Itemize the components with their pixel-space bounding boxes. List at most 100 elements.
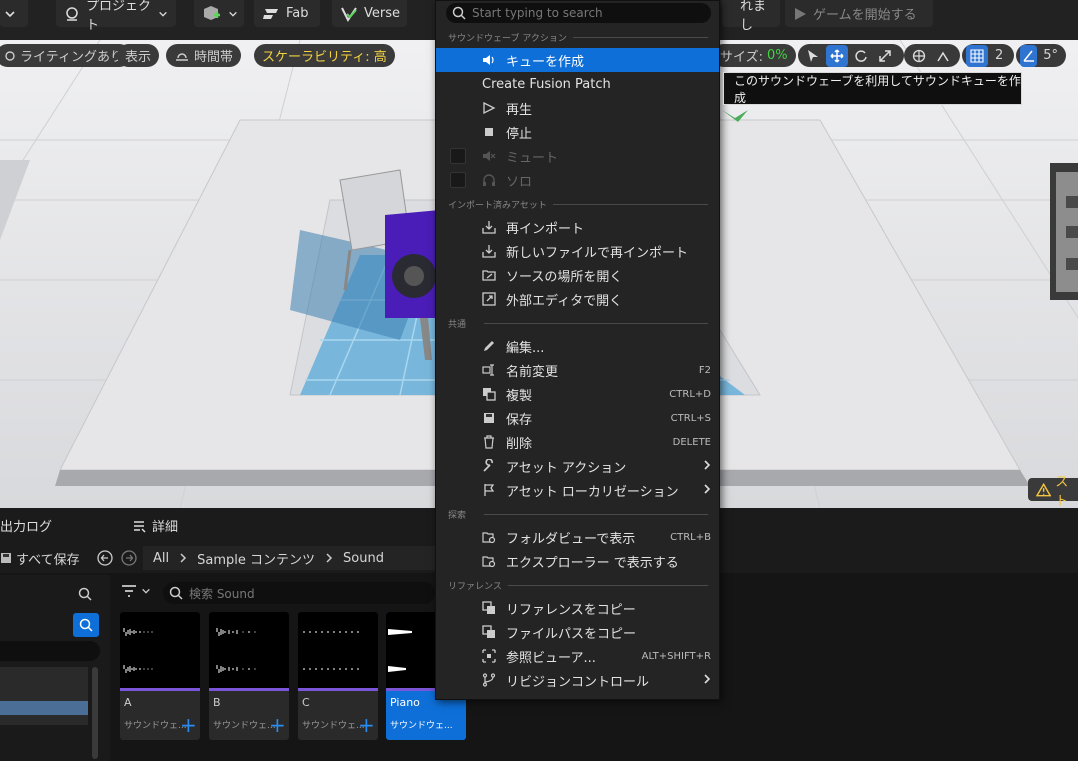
fab-icon: [263, 8, 278, 19]
asset-context-menu: サウンドウェーブ アクション キューを作成 Create Fusion Patc…: [435, 0, 720, 700]
menu-search-input[interactable]: [472, 6, 692, 20]
search-icon[interactable]: [78, 587, 92, 601]
project-dropdown[interactable]: プロジェクト: [56, 0, 176, 33]
menu-item-edit[interactable]: 編集...: [436, 334, 719, 358]
world-space-icon[interactable]: [908, 45, 930, 67]
angle-snap-icon[interactable]: [1020, 44, 1038, 67]
grid-snap-icon[interactable]: [966, 44, 988, 67]
play-game-button[interactable]: ゲームを開始する: [785, 0, 933, 27]
menu-item-revision-control[interactable]: リビジョンコントロール: [436, 668, 719, 692]
select-tool-icon[interactable]: [802, 45, 824, 67]
section-reference: リファレンス: [448, 579, 708, 592]
tooltip-text: このサウンドウェーブを利用してサウンドキューを作成: [734, 73, 1021, 105]
screen-percentage-button[interactable]: サイズ: 0%: [712, 44, 796, 67]
add-icon[interactable]: +: [269, 715, 286, 735]
asset-tile-b[interactable]: B サウンドウェ... +: [209, 612, 289, 740]
flag-icon: [484, 484, 495, 496]
menu-item-label: 参照ビューア...: [506, 650, 596, 666]
menu-item-label: アセット ローカリゼーション: [506, 484, 679, 500]
mode-dropdown[interactable]: [0, 0, 28, 27]
back-arrow-icon[interactable]: [97, 550, 113, 566]
time-of-day-button[interactable]: 時間帯: [166, 44, 242, 67]
forward-arrow-icon[interactable]: [121, 550, 137, 566]
asset-tile-a[interactable]: A サウンドウェ... +: [120, 612, 200, 740]
section-label: 探索: [448, 511, 467, 521]
asset-name: B: [213, 696, 221, 709]
section-label: インポート済みアセット: [448, 201, 547, 211]
menu-search[interactable]: [446, 3, 711, 23]
chevron-down-icon: [5, 10, 15, 17]
menu-item-label: 再インポート: [506, 221, 585, 237]
solo-checkbox[interactable]: [450, 172, 466, 188]
asset-type: サウンドウェ...: [302, 721, 365, 731]
warning-badge[interactable]: スト: [1028, 475, 1078, 508]
menu-item-create-cue[interactable]: キューを作成: [436, 48, 719, 72]
menu-item-show-in-explorer[interactable]: エクスプローラー で表示する: [436, 549, 719, 573]
menu-item-play[interactable]: 再生: [436, 96, 719, 120]
breadcrumb-sample[interactable]: Sample コンテンツ: [197, 549, 315, 568]
add-icon[interactable]: +: [180, 715, 197, 735]
fab-button[interactable]: Fab: [254, 0, 320, 27]
add-icon[interactable]: +: [358, 715, 375, 735]
folder-scrollbar[interactable]: [92, 667, 98, 759]
folder-search-icon: [482, 556, 496, 568]
lighting-mode-button[interactable]: ライティングあり: [0, 44, 131, 67]
play-label: ゲームを開始する: [813, 8, 917, 23]
asset-tile-c[interactable]: C サウンドウェ... +: [298, 612, 378, 740]
breadcrumb-sound[interactable]: Sound: [343, 551, 384, 566]
menu-item-show-in-folder-view[interactable]: フォルダビューで表示 CTRL+B: [436, 525, 719, 549]
angle-snap-chip[interactable]: 5°: [1016, 44, 1066, 67]
asset-type: サウンドウェ...: [213, 721, 276, 731]
breadcrumb-all[interactable]: All: [153, 551, 169, 566]
menu-item-label: 外部エディタで開く: [506, 293, 623, 309]
asset-search-field[interactable]: 検索 Sound: [163, 582, 435, 604]
menu-item-asset-actions[interactable]: アセット アクション: [436, 454, 719, 478]
menu-item-shortcut: DELETE: [672, 436, 711, 448]
folder-tree-selected[interactable]: [0, 701, 88, 715]
menu-item-delete[interactable]: 削除 DELETE: [436, 430, 719, 454]
menu-item-label: エクスプローラー で表示する: [506, 555, 679, 571]
menu-item-stop[interactable]: 停止: [436, 120, 719, 144]
move-tool-icon[interactable]: [826, 44, 848, 67]
folder-tree-panel: [0, 575, 110, 761]
menu-item-label: 新しいファイルで再インポート: [506, 245, 689, 261]
menu-item-reimport[interactable]: 再インポート: [436, 215, 719, 239]
chevron-right-icon: [704, 674, 711, 684]
menu-item-copy-file-path[interactable]: ファイルパスをコピー: [436, 620, 719, 644]
menu-item-label: 編集...: [506, 340, 545, 356]
menu-item-copy-reference[interactable]: リファレンスをコピー: [436, 596, 719, 620]
reimport-icon: [482, 221, 496, 234]
add-content-dropdown[interactable]: [194, 0, 244, 27]
save-icon: [1, 553, 11, 563]
scale-tool-icon[interactable]: [874, 45, 896, 67]
menu-item-solo[interactable]: ソロ: [436, 168, 719, 192]
unsaved-indicator[interactable]: れまし: [722, 0, 780, 33]
menu-item-rename[interactable]: 名前変更 F2: [436, 358, 719, 382]
menu-item-create-fusion-patch[interactable]: Create Fusion Patch: [436, 72, 719, 96]
folder-filter-input[interactable]: [0, 641, 100, 661]
folder-search-button[interactable]: [73, 613, 99, 637]
menu-item-mute[interactable]: ミュート: [436, 144, 719, 168]
folder-tree-list: [0, 667, 88, 725]
menu-item-label: キューを作成: [506, 54, 585, 70]
show-menu-button[interactable]: 表示: [117, 44, 160, 67]
menu-item-open-external-editor[interactable]: 外部エディタで開く: [436, 287, 719, 311]
menu-item-save[interactable]: 保存 CTRL+S: [436, 406, 719, 430]
menu-item-duplicate[interactable]: 複製 CTRL+D: [436, 382, 719, 406]
menu-item-asset-localization[interactable]: アセット ローカリゼーション: [436, 478, 719, 502]
play-icon: [483, 101, 496, 115]
filter-button[interactable]: [121, 584, 151, 598]
grid-snap-chip[interactable]: 2: [962, 44, 1014, 67]
tab-output-log[interactable]: 出力ログ: [0, 508, 52, 543]
tab-details[interactable]: 詳細: [132, 508, 178, 543]
rotate-tool-icon[interactable]: [850, 45, 872, 67]
scalability-button[interactable]: スケーラビリティ: 高: [254, 44, 395, 67]
menu-item-reference-viewer[interactable]: 参照ビューア... ALT+SHIFT+R: [436, 644, 719, 668]
menu-item-open-source-location[interactable]: ソースの場所を開く: [436, 263, 719, 287]
menu-item-reimport-new-file[interactable]: 新しいファイルで再インポート: [436, 239, 719, 263]
mute-checkbox[interactable]: [450, 148, 466, 164]
surface-snap-icon[interactable]: [932, 45, 954, 67]
save-all-button[interactable]: すべて保存: [0, 543, 80, 573]
verse-button[interactable]: Verse: [332, 0, 407, 27]
fab-label: Fab: [286, 6, 309, 21]
